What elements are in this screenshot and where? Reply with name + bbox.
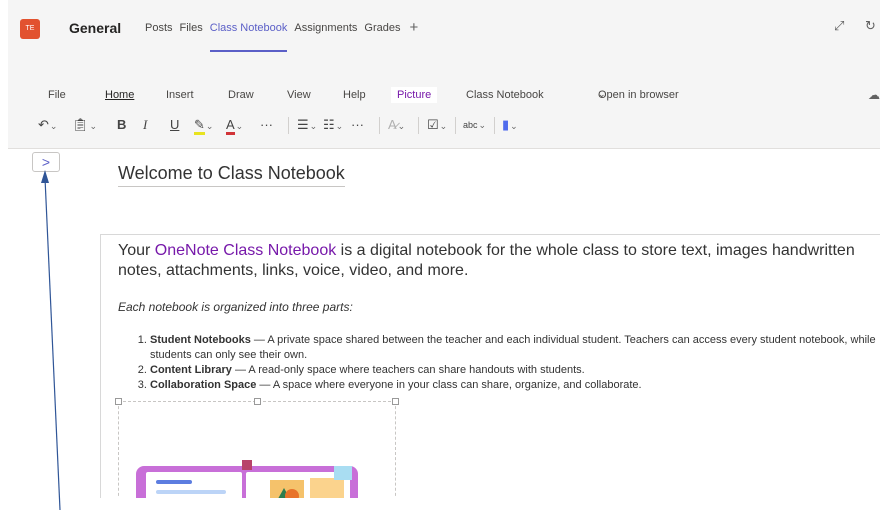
menu-home[interactable]: Home — [105, 89, 134, 101]
tag-button[interactable]: ☑⌄ — [427, 114, 447, 136]
bookmark-ribbon — [242, 460, 252, 470]
chevron-down-icon: ⌄ — [49, 121, 58, 131]
part-title: Student Notebooks — [150, 334, 251, 346]
chevron-down-icon: ⌄ — [309, 121, 318, 131]
menu-view[interactable]: View — [287, 89, 311, 101]
menu-file[interactable]: File — [48, 89, 66, 101]
toolbar-divider — [455, 117, 456, 134]
bullets-icon: ☰ — [297, 117, 309, 132]
more-paragraph-button[interactable]: ··· — [351, 114, 364, 136]
add-tab-icon[interactable]: + — [409, 20, 418, 35]
chevron-down-icon: ⌄ — [89, 121, 98, 131]
tab-files[interactable]: Files — [180, 22, 203, 34]
toolbar-divider — [494, 117, 495, 134]
part-text: — A read-only space where teachers can s… — [231, 364, 585, 376]
undo-button[interactable]: ↶⌄ — [38, 114, 57, 136]
photo-card — [310, 478, 344, 498]
menu-picture[interactable]: Picture — [391, 87, 438, 103]
undo-icon: ↶ — [38, 117, 49, 132]
channel-name: General — [69, 20, 122, 36]
spelling-button[interactable]: abc⌄ — [463, 114, 486, 136]
refresh-icon[interactable]: ↻ — [865, 18, 876, 34]
resize-handle[interactable] — [254, 398, 261, 405]
teams-window: TE General Posts Files Class Notebook As… — [8, 0, 880, 498]
part-text: — A space where everyone in your class c… — [256, 379, 642, 391]
toolbar-divider — [288, 117, 289, 134]
microphone-icon: ▮ — [502, 117, 510, 132]
list-item[interactable]: Student Notebooks — A private space shar… — [150, 333, 878, 363]
tab-class-notebook[interactable]: Class Notebook — [209, 22, 287, 52]
cloud-icon[interactable]: ☁ — [868, 88, 880, 102]
chevron-down-icon: ⌄ — [335, 121, 344, 131]
chevron-right-icon: > — [41, 154, 51, 170]
text-line — [156, 490, 226, 494]
chevron-down-icon: ⌄ — [510, 121, 518, 131]
font-color-button[interactable]: A⌄ — [226, 114, 243, 136]
expand-icon[interactable]: ⤢ — [834, 18, 844, 34]
tab-assignments[interactable]: Assignments — [294, 22, 357, 34]
menu-help[interactable]: Help — [343, 89, 366, 101]
clipboard-icon: 📋︎ — [72, 117, 89, 132]
resize-handle[interactable] — [115, 398, 122, 405]
chevron-down-icon: ⌄ — [397, 121, 406, 131]
highlight-button[interactable]: ✎⌄ — [194, 114, 213, 136]
list-item[interactable]: Collaboration Space — A space where ever… — [150, 378, 878, 393]
onenote-class-notebook-link[interactable]: OneNote Class Notebook — [155, 242, 336, 259]
chevron-down-icon: ⌄ — [478, 120, 487, 130]
notebook-left-page — [146, 472, 242, 498]
tab-grades[interactable]: Grades — [364, 22, 400, 34]
parts-list: Student Notebooks — A private space shar… — [118, 333, 878, 393]
resize-handle[interactable] — [392, 398, 399, 405]
underline-button[interactable]: U — [170, 114, 179, 136]
toolbar-divider — [418, 117, 419, 134]
ribbon: File Home Insert Draw View Help Picture … — [8, 62, 880, 149]
page-title[interactable]: Welcome to Class Notebook — [118, 163, 345, 187]
chevron-down-icon: ⌄ — [205, 121, 214, 131]
sticky-note — [334, 466, 352, 480]
chevron-down-icon: ⌄ — [439, 121, 448, 131]
bold-button[interactable]: B — [117, 114, 126, 136]
tab-posts[interactable]: Posts — [145, 22, 173, 34]
more-format-button[interactable]: ··· — [260, 114, 273, 136]
intro-prefix: Your — [118, 242, 155, 259]
team-avatar[interactable]: TE — [20, 19, 40, 39]
menu-draw[interactable]: Draw — [228, 89, 254, 101]
dictate-button[interactable]: ▮⌄ — [502, 114, 518, 136]
highlighter-icon: ✎ — [194, 117, 205, 135]
spelling-icon: abc — [463, 120, 478, 130]
tag-checkbox-star-icon: ☑ — [427, 117, 439, 132]
open-in-browser-label: Open in browser — [598, 89, 679, 101]
chevron-down-icon: ⌄ — [598, 89, 606, 99]
bullets-button[interactable]: ☰⌄ — [297, 114, 317, 136]
toolbar-divider — [379, 117, 380, 134]
intro-paragraph[interactable]: Your OneNote Class Notebook is a digital… — [118, 241, 880, 281]
list-item[interactable]: Content Library — A read-only space wher… — [150, 363, 878, 378]
chevron-down-icon: ⌄ — [235, 121, 244, 131]
channel-header: TE General Posts Files Class Notebook As… — [8, 0, 880, 62]
notebook-page: > Welcome to Class Notebook Your OneNote… — [8, 149, 880, 498]
menu-insert[interactable]: Insert — [166, 89, 194, 101]
text-line — [156, 480, 192, 484]
organized-note[interactable]: Each notebook is organized into three pa… — [118, 300, 353, 314]
part-title: Collaboration Space — [150, 379, 257, 391]
clipboard-button[interactable]: 📋︎⌄ — [72, 114, 97, 136]
styles-button[interactable]: A̷⌄ — [388, 114, 405, 136]
channel-tabs: Posts Files Class Notebook Assignments G… — [145, 20, 418, 52]
numbering-button[interactable]: ☷⌄ — [323, 114, 343, 136]
toggle-navigation-button[interactable]: > — [32, 152, 60, 172]
menu-class-notebook[interactable]: Class Notebook — [466, 89, 544, 101]
numbering-icon: ☷ — [323, 117, 335, 132]
font-color-icon: A — [226, 117, 235, 135]
notebook-illustration[interactable] — [134, 454, 364, 498]
part-title: Content Library — [150, 364, 232, 376]
italic-button[interactable]: I — [143, 114, 147, 136]
part-text: — A private space shared between the tea… — [150, 334, 876, 361]
styles-icon: A̷ — [388, 117, 397, 132]
